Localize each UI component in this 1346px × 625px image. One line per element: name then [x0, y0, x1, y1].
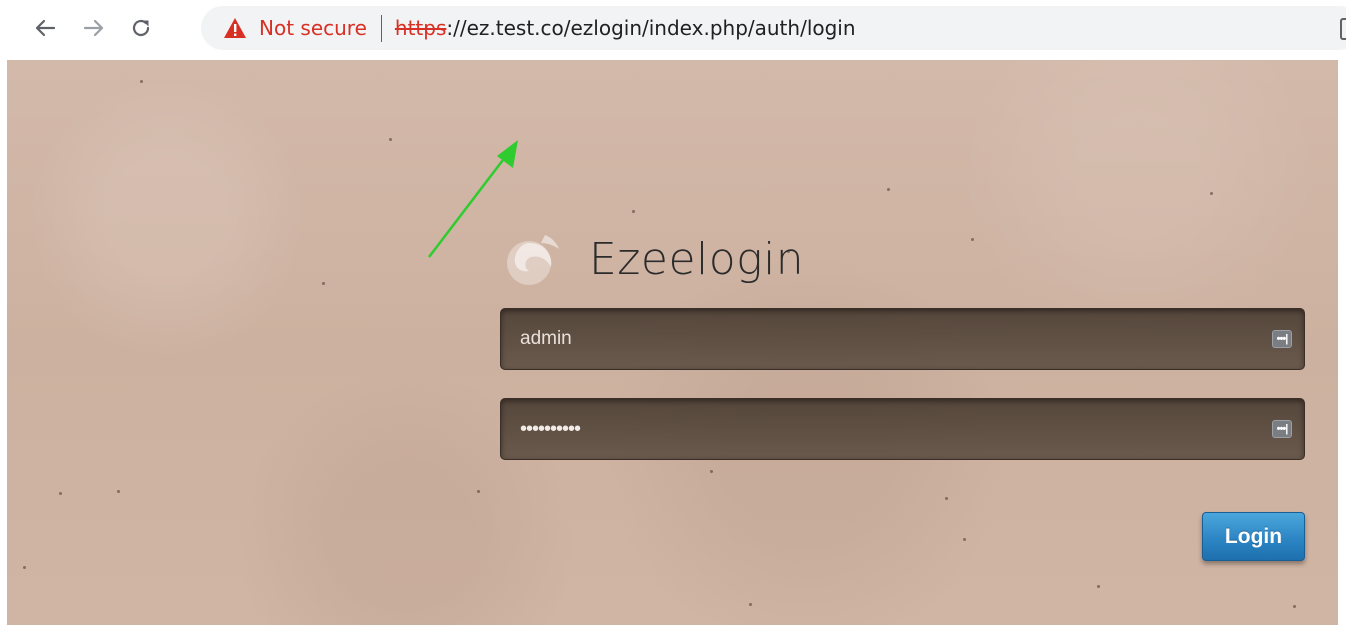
background-speck — [389, 138, 392, 141]
login-page-background: Ezeelogin admin •••| •••••••••• •••| Log… — [7, 60, 1338, 625]
password-manager-key-icon[interactable]: •••| — [1272, 330, 1292, 348]
background-speck — [963, 538, 966, 541]
background-speck — [1293, 605, 1296, 608]
background-speck — [322, 282, 325, 285]
background-speck — [117, 490, 120, 493]
background-speck — [1097, 585, 1100, 588]
warning-triangle-icon[interactable] — [223, 17, 247, 39]
forward-arrow-icon — [83, 19, 104, 37]
background-speck — [632, 210, 635, 213]
security-status-label[interactable]: Not secure — [259, 16, 367, 40]
background-speck — [23, 566, 26, 569]
ezeelogin-logo-icon — [507, 235, 559, 285]
background-speck — [749, 603, 752, 606]
background-speck — [477, 490, 480, 493]
username-input[interactable]: admin •••| — [500, 308, 1305, 370]
background-speck — [140, 80, 143, 83]
background-speck — [887, 188, 890, 191]
background-speck — [710, 470, 713, 473]
toolbar-edge-icon — [1340, 18, 1346, 40]
password-input[interactable]: •••••••••• •••| — [500, 398, 1305, 460]
background-speck — [971, 238, 974, 241]
background-speck — [1210, 192, 1213, 195]
password-manager-key-icon[interactable]: •••| — [1272, 420, 1292, 438]
reload-button[interactable] — [126, 13, 156, 43]
forward-button[interactable] — [79, 13, 109, 43]
url-scheme: https — [394, 16, 447, 40]
reload-icon — [132, 19, 150, 37]
login-button[interactable]: Login — [1202, 512, 1305, 561]
url-path: ://ez.test.co/ezlogin/index.php/auth/log… — [446, 16, 856, 40]
address-bar[interactable]: Not secure https://ez.test.co/ezlogin/in… — [201, 6, 1346, 50]
back-button[interactable] — [30, 13, 60, 43]
username-value: admin — [520, 328, 572, 349]
address-separator — [380, 14, 382, 42]
back-arrow-icon — [35, 19, 56, 37]
background-speck — [59, 492, 62, 495]
background-speck — [945, 497, 948, 500]
browser-toolbar: Not secure https://ez.test.co/ezlogin/in… — [0, 0, 1346, 60]
password-masked-value: •••••••••• — [520, 417, 581, 440]
brand-title: Ezeelogin — [589, 234, 805, 285]
